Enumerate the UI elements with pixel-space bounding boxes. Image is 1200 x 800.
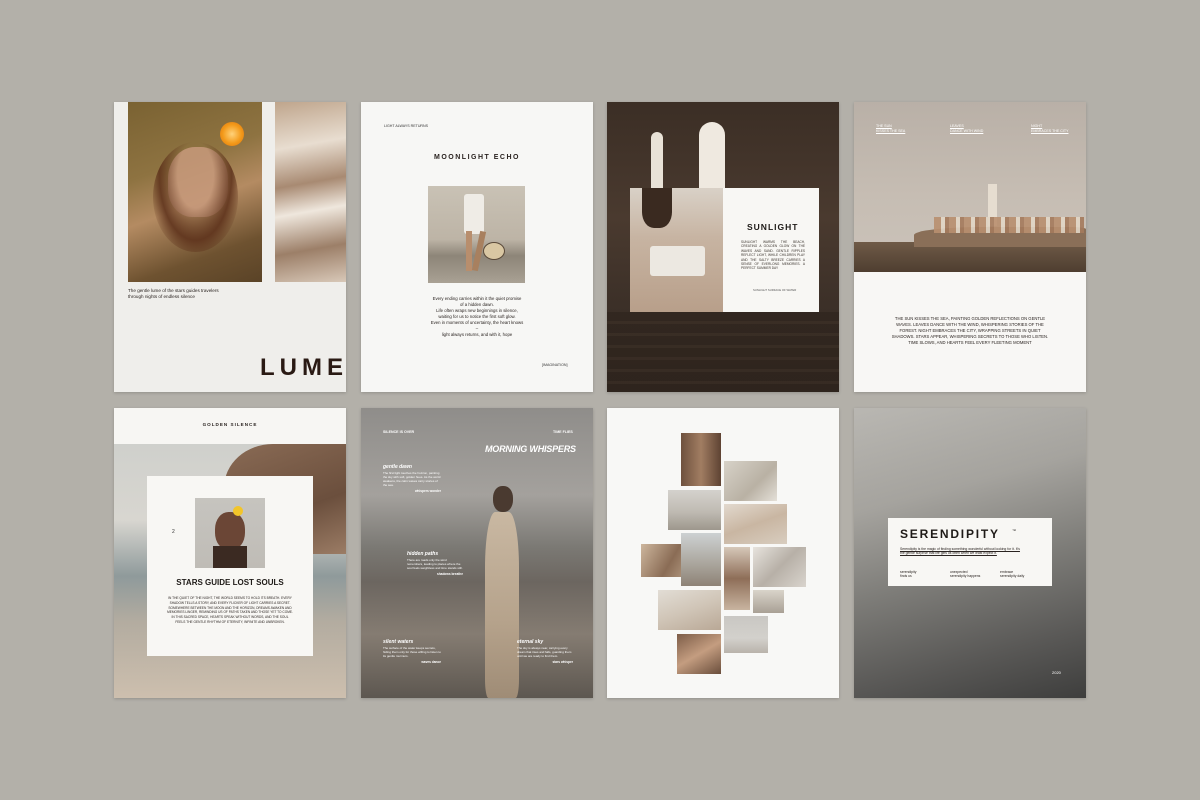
woman-figure: [479, 486, 525, 698]
morning-title: MORNING WHISPERS: [485, 444, 576, 454]
collage-photo-11: [724, 616, 768, 653]
serendipity-card: SERENDIPITY ™ Serendipity is the magic o…: [888, 518, 1052, 586]
moonlight-tag: [IMAGINATION]: [542, 363, 568, 367]
collage-photo-9: [658, 590, 721, 630]
arch-window-right: [699, 122, 725, 192]
golden-header: GOLDEN SILENCE: [202, 422, 258, 427]
collage-photo-2: [724, 461, 777, 501]
orange-icon: [220, 122, 244, 146]
serendipity-tm: ™: [1012, 528, 1016, 533]
sunlight-body: SUNLIGHT WARMS THE BEACH, CREATING A GOL…: [741, 240, 805, 271]
collage-photo-6: [681, 533, 721, 586]
page-lume: The gentle lume of the stars guides trav…: [114, 102, 346, 392]
collage-photo-7: [724, 547, 750, 610]
morning-item-4: eternal sky The sky is always near, carr…: [517, 639, 573, 664]
arch-window-left: [651, 132, 663, 192]
morning-left-header: SILENCE IS OVER: [383, 430, 415, 434]
moonlight-kicker: LIGHT ALWAYS RETURNS: [384, 124, 428, 128]
serendipity-col-2: unexpected serendipity happens: [950, 570, 981, 579]
collage-photo-12: [677, 634, 721, 674]
serendipity-intro: Serendipity is the magic of finding some…: [900, 547, 1020, 556]
page-morning-whispers: SILENCE IS OVER TIME FLIES MORNING WHISP…: [361, 408, 593, 698]
photo-waves: [275, 102, 346, 282]
page-collage: [607, 408, 839, 698]
page-serendipity: SERENDIPITY ™ Serendipity is the magic o…: [854, 408, 1086, 698]
golden-body: IN THE QUIET OF THE NIGHT, THE WORLD SEE…: [167, 596, 293, 624]
morning-item-3: silent waters The surface of the water k…: [383, 639, 441, 664]
moonlight-title: MOONLIGHT ECHO: [434, 154, 520, 161]
sunlight-card: SUNLIGHT SUNLIGHT WARMS THE BEACH, CREAT…: [723, 188, 819, 312]
photo-woman-orange: [128, 102, 262, 282]
photo-woman-portrait: [195, 498, 265, 568]
sea-col1-b: KISSES THE SEA: [876, 129, 906, 133]
collage-photo-3: [668, 490, 721, 530]
lume-title: LUME: [260, 354, 346, 381]
photo-woman-top: [630, 188, 723, 312]
page-golden-silence: GOLDEN SILENCE 2 STARS GUIDE LOST SOULS …: [114, 408, 346, 698]
collage-photo-10: [753, 590, 784, 613]
lume-caption: The gentle lume of the stars guides trav…: [128, 288, 219, 299]
sunlight-foot: SUNLIGHT SURFACE OF WATER: [753, 288, 797, 292]
collage-photo-4: [724, 504, 787, 544]
sea-col2-b: DANCE WITH WIND: [950, 129, 984, 133]
collage-photo-8: [753, 547, 806, 587]
serendipity-title: SERENDIPITY: [900, 527, 1000, 541]
golden-card: 2 STARS GUIDE LOST SOULS IN THE QUIET OF…: [147, 476, 313, 656]
golden-num: 2: [172, 529, 175, 535]
page-moonlight: LIGHT ALWAYS RETURNS MOONLIGHT ECHO Ever…: [361, 102, 593, 392]
moonlight-poem: Every ending carries within it the quiet…: [430, 296, 524, 337]
serendipity-col-1: serendipity finds us: [900, 570, 917, 579]
sea-body: THE SUN KISSES THE SEA, PAINTING GOLDEN …: [891, 316, 1049, 345]
serendipity-year: 2020: [1052, 670, 1061, 675]
sunlight-title: SUNLIGHT: [747, 222, 799, 232]
page-sunlight: SUNLIGHT SUNLIGHT WARMS THE BEACH, CREAT…: [607, 102, 839, 392]
hat-icon: [483, 242, 505, 260]
morning-item-1: gentle dawn The first light touches the …: [383, 464, 441, 493]
photo-beach-walker: [428, 186, 525, 283]
collage-photo-1: [681, 433, 721, 486]
page-sea-city: THE SUN KISSES THE SEA LEAVES DANCE WITH…: [854, 102, 1086, 392]
golden-title: STARS GUIDE LOST SOULS: [176, 578, 284, 587]
sea-col3-b: EMBRACES THE CITY: [1031, 129, 1069, 133]
serendipity-col-3: embrace serendipity daily: [1000, 570, 1025, 579]
morning-right-header: TIME FLIES: [553, 430, 573, 434]
morning-item-2: hidden paths There are roads only the wi…: [407, 551, 463, 576]
